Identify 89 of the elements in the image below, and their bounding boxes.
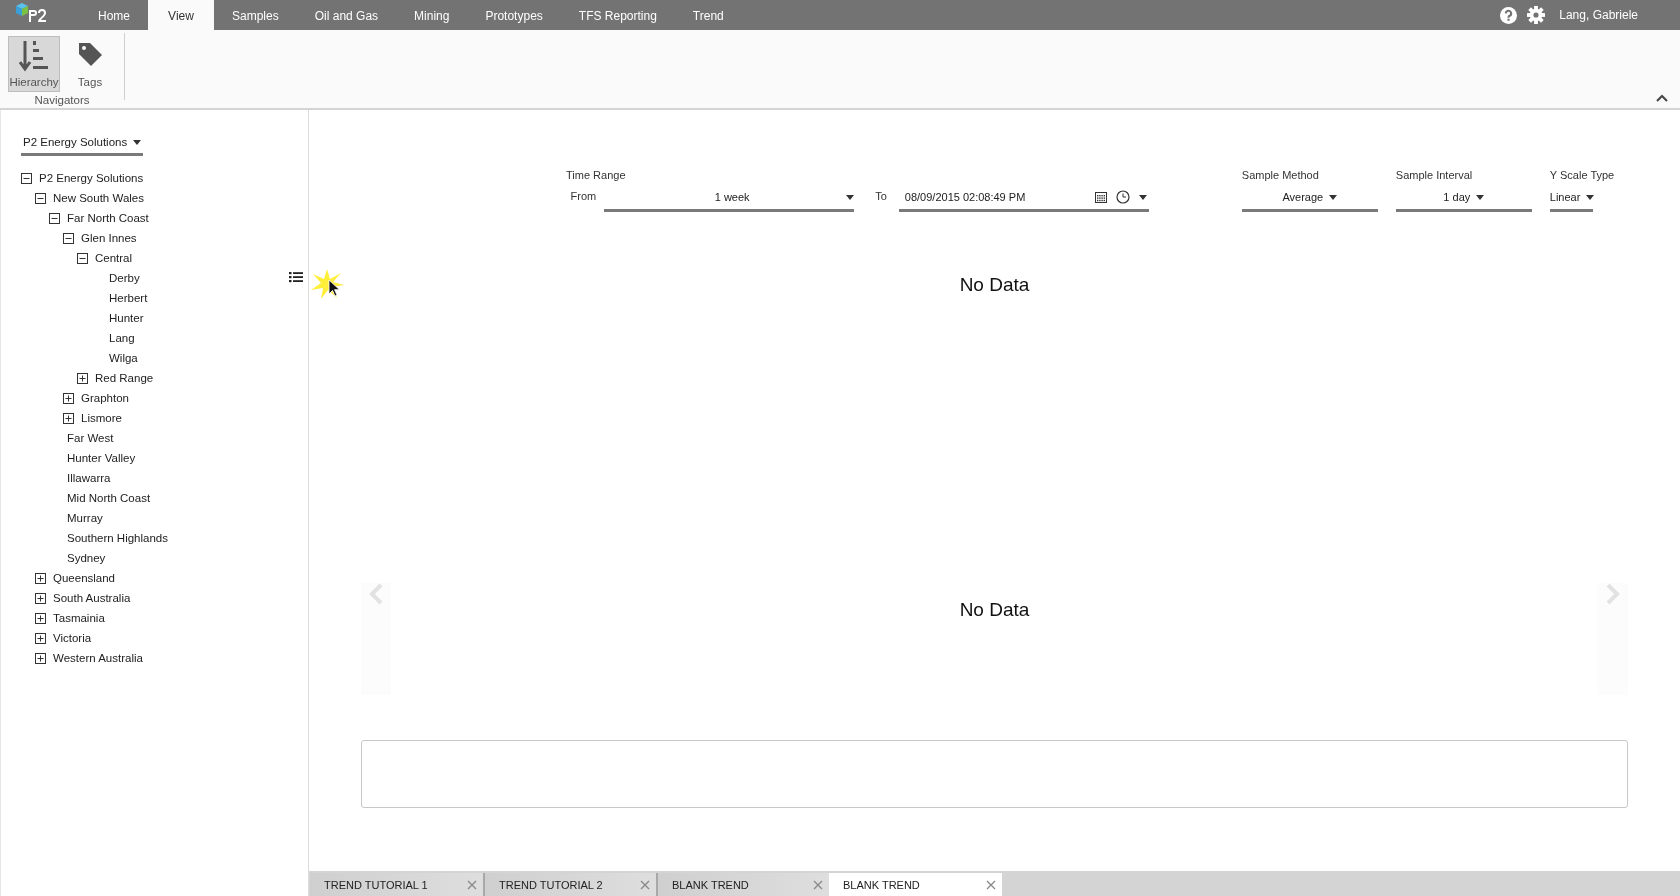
ribbon-button[interactable]: Hierarchy bbox=[8, 36, 60, 92]
menu-tab[interactable]: TFS Reporting bbox=[560, 0, 675, 30]
tree-item[interactable]: Far North Coast bbox=[67, 212, 149, 224]
caret-icon bbox=[1138, 194, 1147, 200]
menu-tab[interactable]: Home bbox=[80, 0, 148, 30]
group-label: Navigators bbox=[34, 94, 90, 106]
field-label: To bbox=[875, 190, 887, 202]
collapse-icon[interactable] bbox=[63, 232, 74, 244]
expand-icon[interactable] bbox=[63, 392, 74, 404]
field-label: Y Scale Type bbox=[1549, 169, 1615, 183]
expand-icon[interactable] bbox=[77, 372, 88, 384]
expand-icon[interactable] bbox=[35, 572, 46, 584]
cursor-highlight-icon bbox=[309, 268, 345, 300]
collapse-icon[interactable] bbox=[77, 252, 88, 264]
field-label: From bbox=[570, 190, 597, 202]
no-data-message: No Data bbox=[959, 274, 1030, 296]
field-label: Sample Method bbox=[1241, 169, 1320, 183]
tree-item[interactable]: Lismore bbox=[81, 412, 122, 424]
menu-tab[interactable]: Mining bbox=[396, 0, 468, 30]
chevron-right-icon bbox=[1606, 583, 1620, 605]
tree-item[interactable]: New South Wales bbox=[53, 192, 144, 204]
hierarchy-icon bbox=[19, 41, 49, 73]
tree-item[interactable]: Victoria bbox=[53, 632, 92, 644]
collapse-ribbon-icon[interactable] bbox=[1656, 94, 1668, 102]
help-icon[interactable] bbox=[1500, 6, 1518, 24]
menu-tab[interactable]: Trend bbox=[674, 0, 742, 30]
calendar-icon[interactable] bbox=[1094, 191, 1107, 203]
document-tab[interactable]: BLANK TREND bbox=[656, 873, 829, 896]
document-tab[interactable]: TREND TUTORIAL 2 bbox=[483, 873, 656, 896]
tree-item[interactable]: Graphton bbox=[81, 392, 129, 404]
tree-item[interactable]: Mid North Coast bbox=[67, 492, 151, 504]
menu-tab[interactable]: View bbox=[148, 0, 214, 30]
user-name[interactable]: Lang, Gabriele bbox=[1559, 8, 1638, 22]
tree-item[interactable]: Illawarra bbox=[67, 472, 111, 484]
caret-icon bbox=[1476, 194, 1485, 200]
chevron-left-icon bbox=[369, 583, 383, 605]
close-icon[interactable] bbox=[467, 879, 477, 890]
tree-item[interactable]: Lang bbox=[109, 332, 135, 344]
collapse-icon[interactable] bbox=[49, 212, 60, 224]
tree-item[interactable]: Southern Highlands bbox=[67, 532, 168, 544]
clock-icon[interactable] bbox=[1115, 190, 1130, 204]
tag-icon bbox=[77, 41, 103, 67]
list-icon[interactable] bbox=[289, 272, 303, 283]
tree-item[interactable]: Far West bbox=[67, 432, 114, 444]
tree-item[interactable]: Red Range bbox=[95, 372, 154, 384]
collapse-icon[interactable] bbox=[21, 172, 32, 184]
caret-icon bbox=[1586, 194, 1595, 200]
document-tab[interactable]: BLANK TREND bbox=[829, 873, 1002, 896]
no-data-message: No Data bbox=[959, 599, 1030, 621]
close-icon[interactable] bbox=[813, 879, 823, 890]
tree-item[interactable]: Glen Innes bbox=[81, 232, 137, 244]
tree-item[interactable]: Wilga bbox=[109, 352, 138, 364]
ribbon-button[interactable]: Tags bbox=[64, 36, 116, 92]
tree-item[interactable]: Sydney bbox=[67, 552, 106, 564]
to-date-field[interactable]: 08/09/2015 02:08:49 PM bbox=[898, 187, 1149, 212]
caret-icon bbox=[846, 194, 855, 200]
tree-item[interactable]: Central bbox=[95, 252, 133, 264]
settings-icon[interactable] bbox=[1527, 6, 1546, 24]
sample-interval-dropdown[interactable]: 1 day bbox=[1395, 187, 1532, 212]
hierarchy-dropdown[interactable]: P2 Energy Solutions bbox=[21, 134, 144, 156]
caret-icon bbox=[1329, 194, 1338, 200]
caret-icon bbox=[133, 139, 142, 145]
tree-item[interactable]: Western Australia bbox=[53, 652, 143, 664]
y-scale-dropdown[interactable]: Linear bbox=[1549, 187, 1593, 212]
expand-icon[interactable] bbox=[35, 652, 46, 664]
collapse-icon[interactable] bbox=[35, 192, 46, 204]
sample-method-dropdown[interactable]: Average bbox=[1241, 187, 1378, 212]
tree-item[interactable]: P2 Energy Solutions bbox=[39, 172, 144, 184]
expand-icon[interactable] bbox=[35, 592, 46, 604]
tree-item[interactable]: South Australia bbox=[53, 592, 131, 604]
from-dropdown[interactable]: 1 week bbox=[604, 187, 855, 212]
tree-item[interactable]: Queensland bbox=[53, 572, 116, 584]
expand-icon[interactable] bbox=[35, 632, 46, 644]
field-label: Sample Interval bbox=[1395, 169, 1474, 183]
menu-tab[interactable]: Samples bbox=[214, 0, 297, 30]
tree-item[interactable]: Hunter Valley bbox=[67, 452, 136, 464]
tree-item[interactable]: Derby bbox=[109, 272, 140, 284]
tree-item[interactable]: Herbert bbox=[109, 292, 148, 304]
tree-item[interactable]: Murray bbox=[67, 512, 103, 524]
document-tab[interactable]: TREND TUTORIAL 1 bbox=[310, 873, 483, 896]
expand-icon[interactable] bbox=[63, 412, 74, 424]
close-icon[interactable] bbox=[986, 879, 996, 890]
tree-item[interactable]: Tasmainia bbox=[53, 612, 105, 624]
field-label: Time Range bbox=[566, 169, 626, 183]
expand-icon[interactable] bbox=[35, 612, 46, 624]
menu-tab[interactable]: Prototypes bbox=[467, 0, 561, 30]
tree-item[interactable]: Hunter bbox=[109, 312, 144, 324]
close-icon[interactable] bbox=[640, 879, 650, 890]
menu-tab[interactable]: Oil and Gas bbox=[296, 0, 397, 30]
